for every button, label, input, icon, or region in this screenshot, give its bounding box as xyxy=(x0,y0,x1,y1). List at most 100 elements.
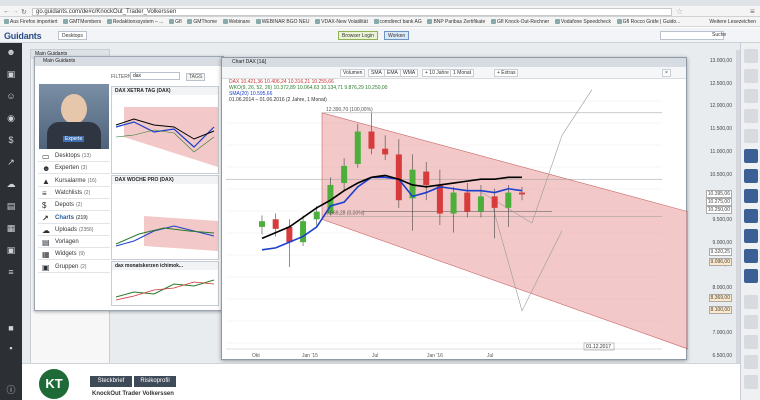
bookmark-item[interactable]: GMThome xyxy=(187,17,217,26)
avatar[interactable] xyxy=(744,355,758,369)
tab-steckbrief[interactable]: Steckbrief xyxy=(90,376,132,387)
bookmark-star-icon[interactable]: ☆ xyxy=(676,7,683,16)
toolbar-sma[interactable]: SMA xyxy=(368,69,385,77)
sidebar-item-desktops[interactable]: ▭ Desktops (13) xyxy=(38,150,110,162)
expert-photo[interactable]: Experte xyxy=(39,84,109,149)
toolbar-interval-1-month[interactable]: 1 Monat xyxy=(450,69,475,77)
reload-icon[interactable]: ↻ xyxy=(21,8,27,16)
bookmark-item[interactable]: Aus Firefox importiert xyxy=(4,17,58,26)
chart-toolbar: Volumen SMA EMA WMA + 10 Jahre 1 Monat +… xyxy=(222,67,686,79)
user-icon[interactable]: ☺ xyxy=(6,91,16,101)
dpa-afx-icon[interactable] xyxy=(744,169,758,183)
sidebar-item-gruppen[interactable]: ▣ Gruppen (2) xyxy=(38,260,110,273)
dpa-afx-icon[interactable] xyxy=(744,189,758,203)
sidebar-item-widgets[interactable]: ▦ Widgets (9) xyxy=(38,248,110,261)
sidebar-item-depots[interactable]: $ Depots (2) xyxy=(38,199,110,212)
dpa-afx-icon[interactable] xyxy=(744,249,758,263)
chart-window-title[interactable]: Chart DAX [1&] xyxy=(222,58,686,67)
vertical-scrollbar[interactable] xyxy=(736,50,740,400)
watchlists-icon: ≡ xyxy=(42,188,47,198)
avatar[interactable] xyxy=(744,49,758,63)
avatar[interactable] xyxy=(744,109,758,123)
bookmark-item[interactable]: GMTMembers xyxy=(63,17,101,26)
info-icon[interactable]: ⓘ xyxy=(6,385,16,395)
filter-input[interactable]: dax xyxy=(130,72,180,80)
app-logo[interactable]: Guidants xyxy=(4,31,42,41)
avatar[interactable] xyxy=(744,129,758,143)
worken-button[interactable]: Worken xyxy=(384,31,410,40)
bookmark-item[interactable]: WEBINAR BGO NEU xyxy=(255,17,309,26)
address-bar[interactable]: go.guidants.com/de#c/KnockOut_Trader_Vol… xyxy=(32,8,672,16)
folder-icon[interactable]: ■ xyxy=(6,323,16,333)
avatar-icon[interactable]: ☻ xyxy=(6,47,16,57)
eye-icon[interactable]: ◉ xyxy=(6,113,16,123)
bookmark-item[interactable]: BNP Paribas Zertifikate xyxy=(427,17,485,26)
list-icon[interactable]: ≡ xyxy=(6,267,16,277)
desktops-button[interactable]: Desktops xyxy=(58,31,87,40)
dpa-afx-icon[interactable] xyxy=(744,229,758,243)
toolbar-ema[interactable]: EMA xyxy=(384,69,401,77)
back-arrow-icon[interactable]: ← xyxy=(3,8,10,15)
chart-thumbnail[interactable]: dax monatskerzen ichimok... xyxy=(111,261,219,306)
template-icon[interactable]: ▤ xyxy=(6,201,16,211)
gruppen-icon: ▣ xyxy=(42,262,50,272)
sidebar-item-experten[interactable]: ☻ Experten (3) xyxy=(38,162,110,175)
candle-body xyxy=(300,221,307,243)
sidebar-item-uploads[interactable]: ☁ Uploads (2356) xyxy=(38,223,110,236)
bookmark-item[interactable]: Webinare xyxy=(222,17,250,26)
price-axis-label: 9.500,00 xyxy=(712,216,732,223)
avatar[interactable] xyxy=(744,335,758,349)
bookmark-item[interactable]: Redaktionssystem – ... xyxy=(106,17,163,26)
price-axis-label: 12.000,00 xyxy=(709,103,732,110)
sidebar-item-kursalarme[interactable]: ▲ Kursalarme (16) xyxy=(38,174,110,187)
tags-button[interactable]: TAGS xyxy=(186,73,206,81)
candle-body xyxy=(491,196,498,208)
chart-line-icon[interactable]: ↗ xyxy=(6,157,16,167)
monitor-icon[interactable]: ▣ xyxy=(6,69,16,79)
bookmark-item[interactable]: Vodafone Speedcheck xyxy=(554,17,611,26)
widget-icon[interactable]: ▦ xyxy=(6,223,16,233)
sidebar-item-charts[interactable]: ↗ Charts (219) xyxy=(38,211,110,224)
chart-thumbnail[interactable]: DAX XETRA TAG (DAX) xyxy=(111,86,219,174)
toolbar-extras[interactable]: + Extras xyxy=(494,69,519,77)
candle-body xyxy=(477,196,484,212)
chart-plot-area[interactable]: Okt Jan '15 Jul Jan '16 Jul 12.390,70 (100,00… xyxy=(222,79,688,361)
candle-body xyxy=(368,131,375,149)
upload-icon[interactable]: ☁ xyxy=(6,179,16,189)
bookmark-item[interactable]: comdirect bank AG xyxy=(373,17,422,26)
tab-risikoprofil[interactable]: Risikoprofil xyxy=(134,376,176,387)
chart-thumbnail[interactable]: DAX WOCHE PRO (DAX) xyxy=(111,175,219,260)
thumbnail-title: DAX WOCHE PRO (DAX) xyxy=(112,176,218,184)
guidants-window-title[interactable]: Main Guidants xyxy=(35,57,223,66)
bookmark-item[interactable]: GfI Rocco Gräfe | Guido... xyxy=(616,17,680,26)
sidebar-item-vorlagen[interactable]: ▤ Vorlagen xyxy=(38,236,110,249)
sidebar-item-watchlists[interactable]: ≡ Watchlists (2) xyxy=(38,186,110,199)
price-axis-label: 13.000,00 xyxy=(709,58,732,64)
avatar[interactable] xyxy=(744,89,758,103)
browser-menu-icon[interactable]: ≡ xyxy=(750,7,755,16)
bookmark-item[interactable]: GfI Knock-Out-Rechner xyxy=(490,17,549,26)
toolbar-volumen[interactable]: Volumen xyxy=(340,69,366,77)
toolbar-wma[interactable]: WMA xyxy=(400,69,419,77)
bookmark-item[interactable]: VDAX-New Volatilität xyxy=(315,17,368,26)
avatar[interactable] xyxy=(744,69,758,83)
search-label[interactable]: Suche xyxy=(712,32,726,38)
dollar-icon[interactable]: $ xyxy=(6,135,16,145)
other-bookmarks[interactable]: Weitere Lesezeichen xyxy=(709,17,756,26)
dpa-afx-icon[interactable] xyxy=(744,149,758,163)
chat-icon[interactable]: ▪ xyxy=(6,343,16,353)
dpa-afx-icon[interactable] xyxy=(744,269,758,283)
trend-channel xyxy=(321,112,688,350)
avatar[interactable] xyxy=(744,375,758,389)
toolbar-range-10-years[interactable]: + 10 Jahre xyxy=(422,69,452,77)
price-axis-label: 8.000,00 xyxy=(712,285,732,291)
avatar[interactable] xyxy=(744,315,758,329)
group-icon[interactable]: ▣ xyxy=(6,245,16,255)
browser-login-button[interactable]: Browser Login xyxy=(338,31,378,40)
dpa-afx-icon[interactable] xyxy=(744,209,758,223)
close-icon[interactable]: × xyxy=(662,69,671,77)
avatar[interactable] xyxy=(744,295,758,309)
forward-arrow-icon[interactable]: → xyxy=(12,8,19,15)
bookmark-item[interactable]: GfI xyxy=(169,17,182,26)
sidebar-item-label: Depots xyxy=(55,202,75,209)
